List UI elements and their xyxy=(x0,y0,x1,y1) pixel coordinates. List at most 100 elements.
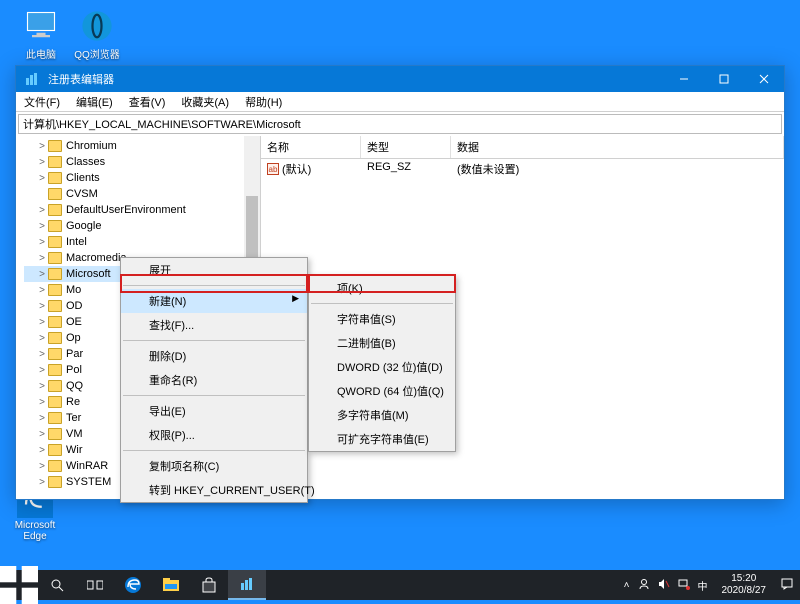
taskbar-regedit[interactable] xyxy=(228,570,266,600)
menu-file[interactable]: 文件(F) xyxy=(16,92,68,112)
taskbar: ˄ 中 15:20 2020/8/27 xyxy=(0,570,800,600)
col-name[interactable]: 名称 xyxy=(261,136,361,158)
expand-icon[interactable]: > xyxy=(36,445,48,456)
clock-date: 2020/8/27 xyxy=(722,585,767,597)
col-data[interactable]: 数据 xyxy=(451,136,784,158)
taskbar-edge[interactable] xyxy=(114,570,152,600)
mi-expand[interactable]: 可扩充字符串值(E) xyxy=(309,427,455,451)
tree-label: Mo xyxy=(66,284,81,296)
mi-copykeyname[interactable]: 复制项名称(C) xyxy=(121,454,307,478)
mi-qword[interactable]: QWORD (64 位)值(Q) xyxy=(309,379,455,403)
tray-network-icon[interactable] xyxy=(678,578,690,593)
menu-edit[interactable]: 编辑(E) xyxy=(68,92,121,112)
taskbar-explorer[interactable] xyxy=(152,570,190,600)
expand-icon[interactable]: > xyxy=(36,413,48,424)
mi-multi[interactable]: 多字符串值(M) xyxy=(309,403,455,427)
mi-expand[interactable]: 展开 xyxy=(121,258,307,282)
mi-new[interactable]: 新建(N)▶ xyxy=(121,289,307,313)
expand-icon[interactable]: > xyxy=(36,173,48,184)
folder-icon xyxy=(48,172,62,184)
minimize-button[interactable] xyxy=(664,66,704,92)
desktop-icon-qq[interactable]: QQ浏览器 xyxy=(72,8,122,61)
mi-rename[interactable]: 重命名(R) xyxy=(121,368,307,392)
folder-icon xyxy=(48,220,62,232)
tray-notifications-icon[interactable] xyxy=(780,577,794,594)
folder-icon xyxy=(48,348,62,360)
folder-icon xyxy=(48,316,62,328)
tree-label: Macromedia xyxy=(66,252,127,264)
expand-icon[interactable]: > xyxy=(36,205,48,216)
expand-icon[interactable]: > xyxy=(36,333,48,344)
expand-icon[interactable]: > xyxy=(36,461,48,472)
mi-delete[interactable]: 删除(D) xyxy=(121,344,307,368)
address-bar[interactable]: 计算机\HKEY_LOCAL_MACHINE\SOFTWARE\Microsof… xyxy=(18,114,782,134)
mi-dword[interactable]: DWORD (32 位)值(D) xyxy=(309,355,455,379)
expand-icon[interactable]: > xyxy=(36,301,48,312)
expand-icon[interactable]: > xyxy=(36,141,48,152)
mi-permissions[interactable]: 权限(P)... xyxy=(121,423,307,447)
close-button[interactable] xyxy=(744,66,784,92)
expand-icon[interactable]: > xyxy=(36,381,48,392)
titlebar[interactable]: 注册表编辑器 xyxy=(16,66,784,92)
expand-icon[interactable]: > xyxy=(36,269,48,280)
expand-icon[interactable]: > xyxy=(36,397,48,408)
folder-icon xyxy=(48,188,62,200)
expand-icon[interactable]: > xyxy=(36,429,48,440)
tree-label: Intel xyxy=(66,236,87,248)
tree-item[interactable]: > Intel xyxy=(24,234,260,250)
expand-icon[interactable]: > xyxy=(36,365,48,376)
separator xyxy=(123,450,305,451)
menu-help[interactable]: 帮助(H) xyxy=(237,92,290,112)
desktop-icon-this-pc[interactable]: 此电脑 xyxy=(16,8,66,61)
tree-item[interactable]: >Chromium xyxy=(24,138,260,154)
col-type[interactable]: 类型 xyxy=(361,136,451,158)
value-row[interactable]: ab(默认) REG_SZ (数值未设置) xyxy=(261,159,784,179)
tree-item[interactable]: CVSM xyxy=(24,186,260,202)
tree-label: Classes xyxy=(66,156,105,168)
expand-icon[interactable]: > xyxy=(36,221,48,232)
search-button[interactable] xyxy=(38,570,76,600)
maximize-button[interactable] xyxy=(704,66,744,92)
menu-view[interactable]: 查看(V) xyxy=(121,92,174,112)
tree-label: Ter xyxy=(66,412,81,424)
tray-clock[interactable]: 15:20 2020/8/27 xyxy=(716,573,773,597)
pc-icon xyxy=(23,8,59,44)
app-icon xyxy=(22,72,42,86)
folder-icon xyxy=(48,396,62,408)
expand-icon[interactable]: > xyxy=(36,477,48,488)
taskbar-store[interactable] xyxy=(190,570,228,600)
tree-label: SYSTEM xyxy=(66,476,111,488)
mi-goto-hkcu[interactable]: 转到 HKEY_CURRENT_USER(T) xyxy=(121,478,307,502)
tray-ime[interactable]: 中 xyxy=(698,578,708,593)
mi-export[interactable]: 导出(E) xyxy=(121,399,307,423)
tree-label: Pol xyxy=(66,364,82,376)
folder-icon xyxy=(48,204,62,216)
expand-icon[interactable]: > xyxy=(36,157,48,168)
expand-icon[interactable]: > xyxy=(36,237,48,248)
task-view-button[interactable] xyxy=(76,570,114,600)
folder-icon xyxy=(48,156,62,168)
tray-chevron-icon[interactable]: ˄ xyxy=(624,580,630,591)
tray-people-icon[interactable] xyxy=(638,578,650,593)
icon-label: Microsoft Edge xyxy=(10,520,60,542)
tree-item[interactable]: >DefaultUserEnvironment xyxy=(24,202,260,218)
expand-icon[interactable]: > xyxy=(36,317,48,328)
expand-icon[interactable]: > xyxy=(36,349,48,360)
tree-item[interactable]: >Clients xyxy=(24,170,260,186)
separator xyxy=(123,395,305,396)
mi-string[interactable]: 字符串值(S) xyxy=(309,307,455,331)
start-button[interactable] xyxy=(0,570,38,600)
menu-favorites[interactable]: 收藏夹(A) xyxy=(173,92,237,112)
mi-binary[interactable]: 二进制值(B) xyxy=(309,331,455,355)
tray-volume-icon[interactable] xyxy=(658,578,670,593)
address-text: 计算机\HKEY_LOCAL_MACHINE\SOFTWARE\Microsof… xyxy=(23,116,301,132)
mi-key[interactable]: 项(K) xyxy=(309,276,455,300)
window-title: 注册表编辑器 xyxy=(48,71,664,87)
tree-label: VM xyxy=(66,428,83,440)
mi-find[interactable]: 查找(F)... xyxy=(121,313,307,337)
expand-icon[interactable]: > xyxy=(36,253,48,264)
folder-icon xyxy=(48,364,62,376)
expand-icon[interactable]: > xyxy=(36,285,48,296)
tree-item[interactable]: > Classes xyxy=(24,154,260,170)
tree-item[interactable]: >Google xyxy=(24,218,260,234)
